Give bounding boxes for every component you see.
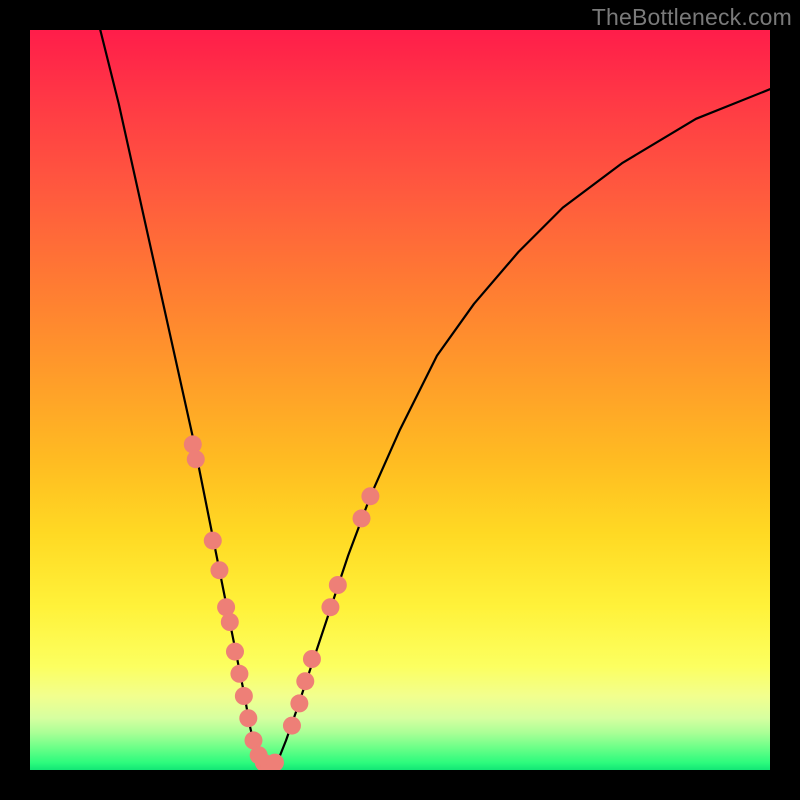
bottleneck-curve (100, 30, 770, 770)
highlight-dot (184, 435, 202, 453)
highlight-dot (187, 450, 205, 468)
highlight-dot (226, 643, 244, 661)
highlight-dot (353, 509, 371, 527)
highlight-dot (321, 598, 339, 616)
highlight-dot (204, 532, 222, 550)
highlight-dot (303, 650, 321, 668)
highlight-dot (210, 561, 228, 579)
highlight-dot (329, 576, 347, 594)
chart-canvas: TheBottleneck.com (0, 0, 800, 800)
highlight-dot (221, 613, 239, 631)
highlight-dot (290, 694, 308, 712)
watermark-label: TheBottleneck.com (592, 4, 792, 31)
highlight-dot (283, 717, 301, 735)
chart-svg (30, 30, 770, 770)
plot-area (30, 30, 770, 770)
highlight-dot (230, 665, 248, 683)
highlight-dot (296, 672, 314, 690)
highlight-dot (235, 687, 253, 705)
highlight-dot (239, 709, 257, 727)
highlight-dot (361, 487, 379, 505)
